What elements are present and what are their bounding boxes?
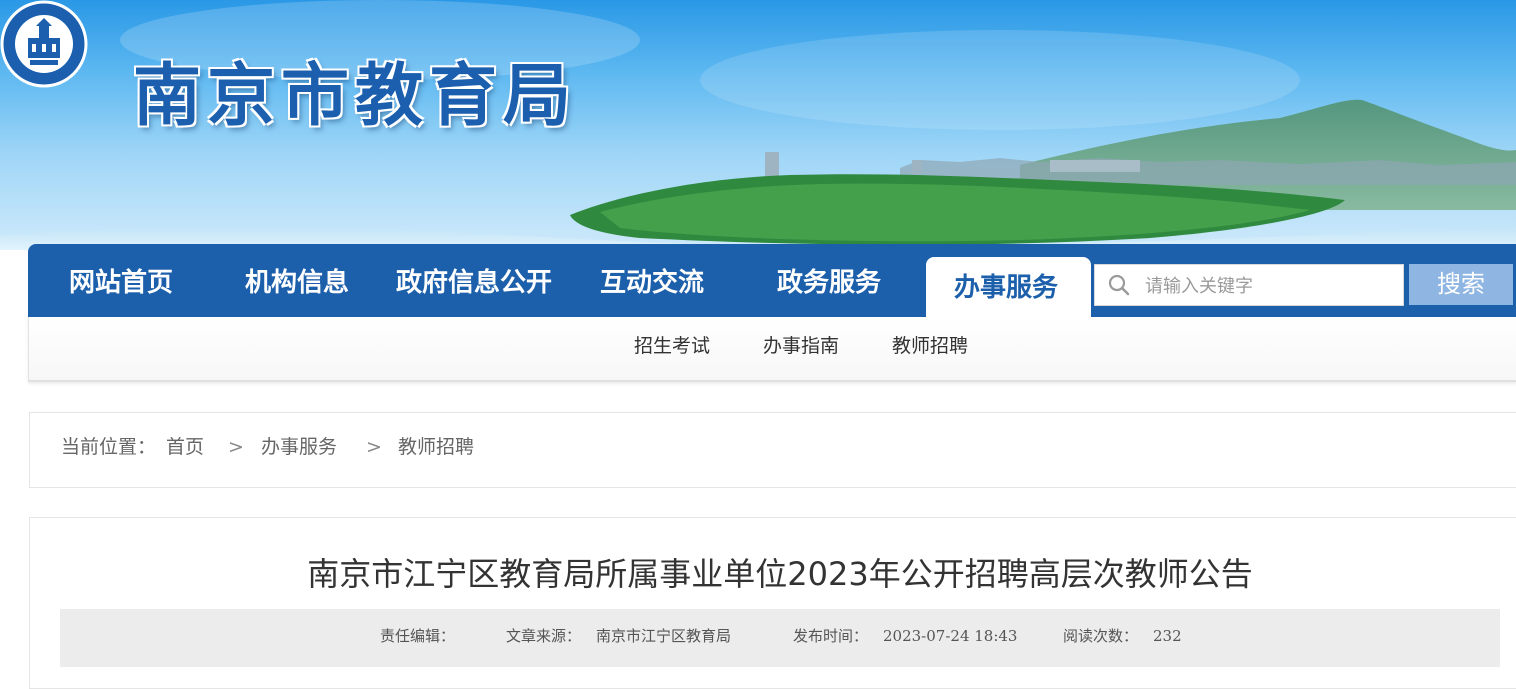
meta-source-label: 文章来源： bbox=[506, 627, 582, 645]
nav-item-interaction[interactable]: 互动交流 bbox=[600, 270, 704, 296]
header-banner: 南京市教育局 bbox=[0, 0, 1516, 250]
search-box bbox=[1094, 264, 1404, 306]
meta-publish-label: 发布时间： bbox=[793, 627, 869, 645]
breadcrumb-separator: > bbox=[228, 436, 244, 458]
nav-item-org-info[interactable]: 机构信息 bbox=[245, 270, 349, 296]
breadcrumb: 当前位置： 首页 > 办事服务 > 教师招聘 bbox=[29, 412, 1516, 488]
subnav-item-enrollment-exams[interactable]: 招生考试 bbox=[634, 337, 710, 356]
breadcrumb-home[interactable]: 首页 bbox=[166, 438, 204, 457]
meta-reads-value: 232 bbox=[1153, 627, 1182, 645]
article-meta-bar: 责任编辑： 文章来源： 南京市江宁区教育局 发布时间： 2023-07-24 1… bbox=[60, 609, 1500, 667]
search-input[interactable] bbox=[1143, 271, 1397, 301]
meta-publish-value: 2023-07-24 18:43 bbox=[883, 627, 1018, 645]
meta-editor-label: 责任编辑： bbox=[380, 627, 456, 645]
sub-nav: 招生考试 办事指南 教师招聘 bbox=[28, 317, 1516, 382]
breadcrumb-prefix: 当前位置： bbox=[61, 436, 157, 458]
breadcrumb-teacher-recruitment[interactable]: 教师招聘 bbox=[398, 438, 474, 457]
nav-item-home[interactable]: 网站首页 bbox=[69, 270, 173, 296]
search-icon bbox=[1108, 274, 1130, 296]
nav-item-gov-info[interactable]: 政府信息公开 bbox=[396, 270, 552, 296]
education-bureau-seal-icon bbox=[0, 0, 88, 88]
nav-item-services-active[interactable]: 办事服务 bbox=[926, 257, 1091, 317]
search-button[interactable]: 搜索 bbox=[1409, 264, 1513, 305]
meta-source-value: 南京市江宁区教育局 bbox=[596, 627, 732, 645]
subnav-item-service-guide[interactable]: 办事指南 bbox=[763, 337, 839, 356]
nav-active-label: 办事服务 bbox=[954, 273, 1059, 303]
nav-item-gov-services[interactable]: 政务服务 bbox=[777, 270, 881, 296]
breadcrumb-separator: > bbox=[366, 436, 382, 458]
article-panel: 南京市江宁区教育局所属事业单位2023年公开招聘高层次教师公告 责任编辑： 文章… bbox=[29, 517, 1516, 689]
meta-reads-label: 阅读次数： bbox=[1063, 627, 1139, 645]
article-title: 南京市江宁区教育局所属事业单位2023年公开招聘高层次教师公告 bbox=[307, 555, 1253, 593]
site-logo-text[interactable]: 南京市教育局 bbox=[133, 62, 577, 130]
breadcrumb-services[interactable]: 办事服务 bbox=[261, 438, 337, 457]
subnav-item-teacher-recruitment[interactable]: 教师招聘 bbox=[892, 337, 968, 356]
